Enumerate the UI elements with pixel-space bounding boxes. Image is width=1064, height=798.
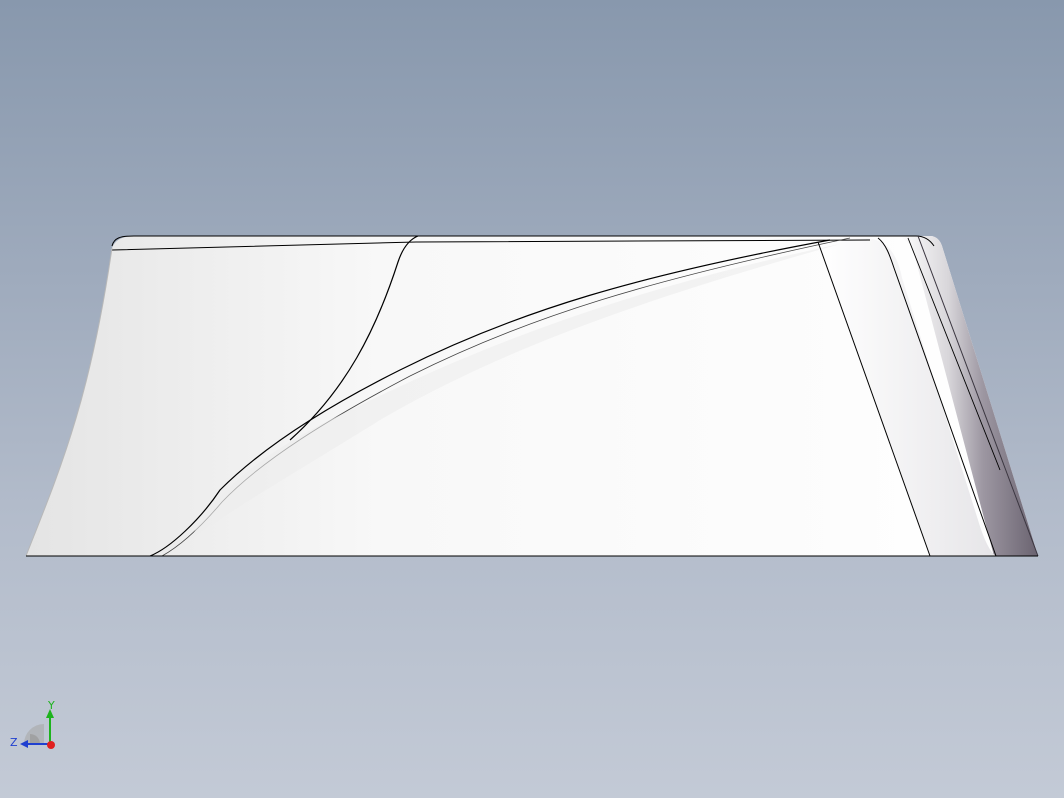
view-triad[interactable]: Y Z bbox=[8, 700, 68, 756]
x-axis-dot-icon bbox=[47, 741, 55, 749]
z-axis-label: Z bbox=[10, 736, 18, 749]
z-axis-arrow-icon bbox=[20, 740, 28, 748]
y-axis-label: Y bbox=[47, 700, 55, 712]
graphics-viewport[interactable]: Y Z bbox=[0, 0, 1064, 798]
3d-model[interactable] bbox=[0, 0, 1064, 798]
